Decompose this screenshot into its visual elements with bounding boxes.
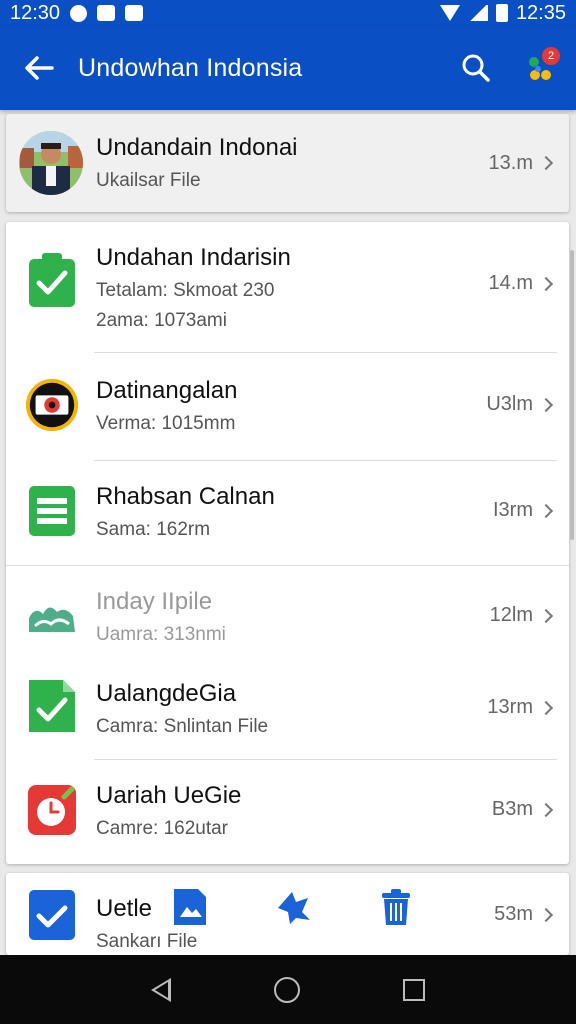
chevron-right-icon [538, 907, 554, 922]
icon-slot [24, 588, 80, 644]
list-item[interactable]: Uetle Sankarı File 53m [6, 873, 569, 955]
status-time-right: 12:35 [515, 1, 566, 24]
item-size: 14.m [488, 272, 533, 294]
list-item[interactable]: Inday IIpile Uamra: 313nmi 12lm [6, 566, 569, 670]
item-size: I3rm [493, 499, 533, 521]
item-size: 13.m [488, 151, 533, 174]
item-name: Undahan Indarisin [96, 244, 291, 271]
checkbox-icon [29, 890, 75, 940]
sheets-icon [29, 486, 75, 536]
nav-back-icon[interactable] [151, 977, 172, 1002]
item-size: B3m [491, 798, 533, 820]
item-size: U3lm [486, 393, 533, 415]
item-name: UalangdeGia [96, 680, 237, 707]
item-meta: 53m [494, 903, 554, 926]
file-list: Undahan Indarisin Tetalam: Skmoat 230 2a… [6, 222, 569, 864]
icon-slot [24, 252, 80, 308]
alarm-icon [28, 785, 76, 835]
nav-recents-icon[interactable] [402, 978, 425, 1001]
list-item[interactable]: Uariah UeGie Camre: 162utar B3m [6, 760, 569, 864]
wifi-icon [439, 5, 460, 21]
item-sub-2: 2ama: 1073ami [96, 310, 227, 331]
icon-slot [24, 483, 80, 539]
item-name: Undandain Indonai [96, 134, 298, 161]
nav-home-icon[interactable] [273, 976, 300, 1003]
chevron-right-icon [538, 608, 554, 623]
item-meta: 13.m [488, 151, 554, 175]
icon-slot [24, 887, 80, 943]
status-bar: 12:30 12:35 [0, 0, 576, 26]
share-icon [278, 892, 310, 924]
item-sub: Verma: 1015mm [96, 413, 236, 434]
search-button[interactable] [448, 53, 504, 83]
item-sub: Uamra: 313nmi [96, 624, 226, 645]
item-meta: 12lm [489, 604, 554, 627]
header-card: Undandain Indonai Ukailsar File 13.m [6, 114, 569, 212]
header-item[interactable]: Undandain Indonai Ukailsar File 13.m [6, 114, 569, 212]
item-sub: Sankarı File [96, 931, 198, 952]
mail-icon [97, 5, 116, 21]
back-button[interactable] [0, 55, 78, 81]
doc-check-icon [29, 680, 75, 732]
page-title: Undowhan Indonsia [78, 53, 303, 82]
item-name: Datinangalan [96, 377, 238, 404]
avatar [18, 130, 84, 196]
signal-icon [467, 5, 488, 21]
item-meta: 13rm [487, 696, 554, 719]
chevron-right-icon [538, 700, 554, 715]
item-meta: U3lm [486, 393, 554, 416]
chevron-right-icon [538, 155, 554, 171]
chevron-right-icon [538, 276, 554, 291]
app-icon [125, 5, 144, 21]
item-name: Uariah UeGie [96, 782, 242, 809]
item-name: Inday IIpile [96, 588, 213, 615]
item-meta: 14.m [488, 272, 554, 295]
item-sub: Ukailsar File [96, 170, 201, 191]
item-size: 13rm [487, 696, 533, 718]
battery-icon [495, 4, 508, 22]
item-size: 53m [494, 903, 533, 925]
list-item[interactable]: Datinangalan Verma: 1015mm U3lm [6, 353, 569, 460]
chevron-right-icon [538, 503, 554, 518]
scrollbar[interactable] [570, 250, 574, 540]
arrow-back-icon [25, 56, 54, 80]
notification-app-icon [70, 4, 88, 22]
icon-slot [24, 377, 80, 433]
trash-icon [382, 889, 410, 925]
search-icon [462, 54, 490, 82]
bottom-card: Uetle Sankarı File 53m [6, 873, 569, 955]
item-name: Rhabsan Calnan [96, 483, 275, 510]
item-sub: Camre: 162utar [96, 818, 229, 839]
item-sub: Sama: 162rm [96, 519, 211, 540]
status-time-left: 12:30 [10, 1, 61, 24]
icon-slot [24, 782, 80, 838]
item-sub: Tetalam: Skmoat 230 [96, 280, 275, 301]
camera-icon [25, 378, 79, 432]
item-sub: Camra: Snlintan File [96, 716, 269, 737]
cloud-icon [29, 607, 75, 632]
clipboard-check-icon [29, 253, 75, 307]
chevron-right-icon [538, 802, 554, 817]
list-item[interactable]: Undahan Indarisin Tetalam: Skmoat 230 2a… [6, 222, 569, 350]
share-button[interactable] [274, 888, 312, 931]
notifications-button[interactable]: 2 [504, 47, 576, 83]
app-bar: Undowhan Indonsia 2 [0, 26, 576, 110]
item-meta: B3m [491, 798, 554, 821]
list-item[interactable]: UalangdeGia Camra: Snlintan File 13rm [6, 670, 569, 758]
file-button[interactable] [172, 887, 208, 932]
notification-badge: 2 [542, 47, 560, 65]
item-meta: I3rm [493, 499, 554, 522]
item-size: 12lm [489, 604, 533, 626]
system-nav-bar [0, 955, 576, 1024]
icon-slot [24, 678, 80, 734]
chevron-right-icon [538, 397, 554, 412]
file-icon [174, 889, 206, 925]
action-toolbar [172, 887, 414, 932]
avatar-photo [19, 131, 83, 195]
delete-button[interactable] [378, 887, 414, 932]
list-item[interactable]: Rhabsan Calnan Sama: 162rm I3rm [6, 461, 569, 565]
